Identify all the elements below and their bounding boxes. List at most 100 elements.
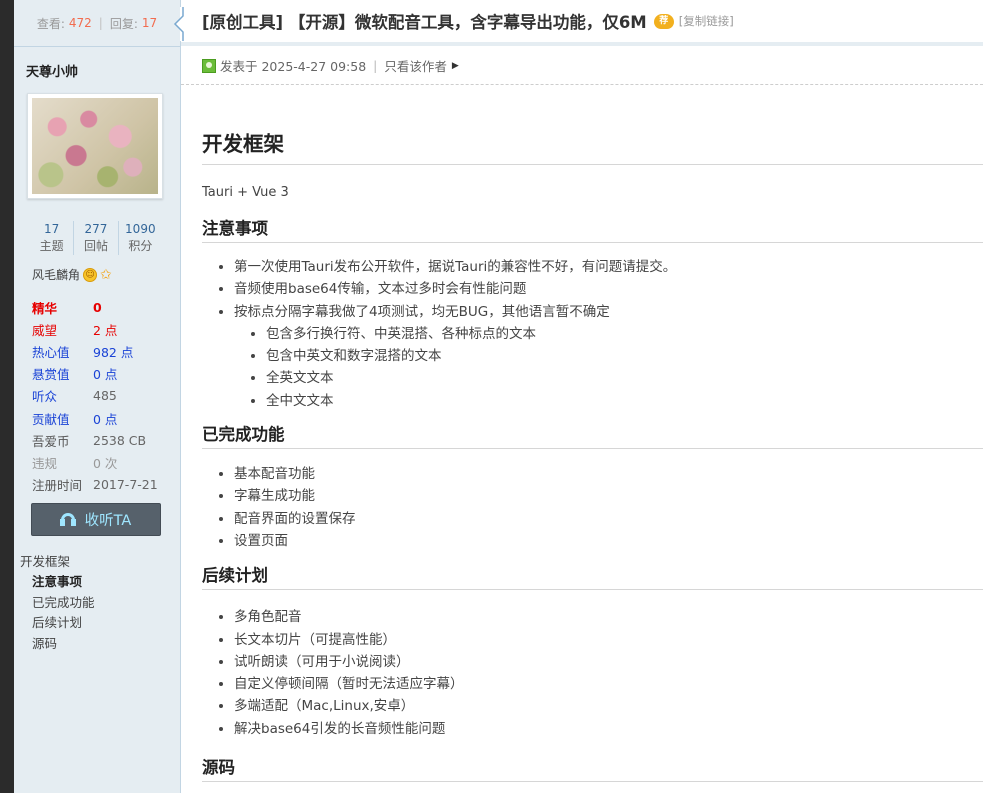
prop-value: 0 (93, 299, 102, 315)
prop-key: 威望 (32, 322, 58, 338)
count-replies[interactable]: 277 回帖 (73, 221, 117, 255)
avatar-frame[interactable] (27, 93, 163, 199)
prop-key: 热心值 (32, 344, 70, 360)
prop-row: 注册时间 2017-7-21 (32, 474, 180, 496)
post-date: 发表于 2025-4-27 09:58 (220, 59, 367, 74)
prop-row: 听众 485 (32, 385, 180, 407)
plan-list: 多角色配音 长文本切片（可提高性能） 试听朗读（可用于小说阅读） 自定义停顿间隔… (202, 606, 983, 740)
author-sidebar: 查看: 472 | 回复: 17 天尊小帅 17 主题 277 回帖 1090 … (14, 0, 181, 793)
post-frame: 查看: 472 | 回复: 17 天尊小帅 17 主题 277 回帖 1090 … (14, 0, 983, 793)
prop-key: 听众 (32, 389, 58, 405)
list-item: 第一次使用Tauri发布公开软件，据说Tauri的兼容性不好，有问题请提交。 (234, 256, 983, 278)
list-item: 多端适配（Mac,Linux,安卓） (234, 695, 983, 717)
notes-list: 第一次使用Tauri发布公开软件，据说Tauri的兼容性不好，有问题请提交。 音… (202, 256, 983, 412)
list-item: 包含中英文和数字混搭的文本 (266, 345, 983, 367)
title-pointer-icon (173, 7, 185, 41)
prop-key: 精华 (32, 300, 58, 316)
list-item: 全中文文本 (266, 390, 983, 412)
prop-value: 0 点 (93, 367, 118, 383)
follow-button[interactable]: 收听TA (31, 502, 161, 536)
follow-button-label: 收听TA (84, 512, 132, 529)
heading-framework: 开发框架 (202, 85, 983, 165)
prop-value: 0 点 (93, 411, 118, 427)
prop-key: 违规 (32, 455, 58, 471)
list-item: 配音界面的设置保存 (234, 508, 983, 530)
meta-divider: | (373, 58, 378, 73)
toc-item[interactable]: 源码 (20, 634, 180, 655)
prop-key: 贡献值 (32, 411, 70, 427)
list-item: 自定义停顿间隔（暂时无法适应字幕） (234, 673, 983, 695)
prop-row: 精华 0 (32, 296, 180, 318)
thread-title: [原创工具] 【开源】微软配音工具，含字幕导出功能，仅6M (202, 13, 647, 32)
replies-label: 回复: (109, 16, 138, 31)
smiley-medal-icon: ☺ (83, 267, 98, 282)
list-item: 多角色配音 (234, 606, 983, 628)
thread-title-bar: [原创工具] 【开源】微软配音工具，含字幕导出功能，仅6M 荐 [复制链接] (181, 0, 983, 46)
prop-row: 吾爱币 2538 CB (32, 429, 180, 451)
prop-key: 悬赏值 (32, 367, 70, 383)
heading-plan: 后续计划 (202, 564, 983, 591)
prop-value: 0 次 (93, 455, 118, 471)
heading-source: 源码 (202, 756, 983, 783)
prop-value: 2 点 (93, 322, 118, 338)
table-of-contents: 开发框架 注意事项 已完成功能 后续计划 源码 (14, 536, 180, 655)
user-group-label[interactable]: 风毛麟角 (32, 266, 80, 283)
heading-notes: 注意事项 (202, 217, 983, 243)
count-label: 回帖 (83, 239, 108, 253)
list-item: 解决base64引发的长音频性能问题 (234, 718, 983, 740)
toc-item[interactable]: 已完成功能 (20, 593, 180, 614)
prop-value: 982 点 (93, 344, 134, 360)
prop-key: 注册时间 (32, 478, 83, 494)
views-count: 472 (68, 16, 92, 30)
copy-link[interactable]: [复制链接] (679, 13, 734, 29)
count-credits[interactable]: 1090 积分 (117, 221, 162, 255)
count-label: 主题 (39, 239, 64, 253)
heading-done: 已完成功能 (202, 423, 983, 450)
prop-value: 2017-7-21 (93, 477, 158, 493)
count-value[interactable]: 1090 (119, 221, 162, 238)
avatar[interactable] (32, 98, 158, 194)
prop-row: 威望 2 点 (32, 318, 180, 340)
list-item-text: 按标点分隔字幕我做了4项测试，均无BUG，其他语言暂不确定 (234, 303, 610, 320)
count-label: 积分 (128, 239, 153, 253)
post-content: 开发框架 Tauri + Vue 3 注意事项 第一次使用Tauri发布公开软件… (181, 85, 983, 783)
count-value[interactable]: 17 (30, 221, 73, 238)
toc-item[interactable]: 注意事项 (20, 572, 180, 593)
list-item: 基本配音功能 (234, 463, 983, 485)
prop-row: 悬赏值 0 点 (32, 363, 180, 385)
toc-item[interactable]: 后续计划 (20, 613, 180, 634)
author-only-link[interactable]: 只看该作者 (384, 56, 447, 75)
notes-sub-list: 包含多行换行符、中英混搭、各种标点的文本 包含中英文和数字混搭的文本 全英文文本… (234, 323, 983, 412)
post-meta: 发表于 2025-4-27 09:58 | 只看该作者 ▶ (181, 47, 983, 85)
list-item: 设置页面 (234, 530, 983, 552)
list-item: 长文本切片（可提高性能） (234, 629, 983, 651)
stats-divider: | (98, 16, 103, 30)
done-list: 基本配音功能 字幕生成功能 配音界面的设置保存 设置页面 (202, 463, 983, 552)
replies-count: 17 (141, 16, 158, 30)
prop-key: 吾爱币 (32, 433, 70, 449)
headphones-icon (59, 513, 76, 527)
author-counts: 17 主题 277 回帖 1090 积分 (30, 221, 162, 255)
author-properties: 精华 0 威望 2 点 热心值 982 点 悬赏值 0 点 听众 485 贡献值… (14, 283, 180, 496)
prop-value: 485 (93, 388, 117, 404)
user-group: 风毛麟角 ☺ ✩ (14, 255, 180, 283)
list-item: 音频使用base64传输，文本过多时会有性能问题 (234, 278, 983, 300)
recommend-badge-icon: 荐 (653, 13, 674, 29)
count-threads[interactable]: 17 主题 (30, 221, 73, 255)
prop-row: 贡献值 0 点 (32, 407, 180, 429)
author-name[interactable]: 天尊小帅 (14, 47, 180, 83)
thread-stats: 查看: 472 | 回复: 17 (14, 0, 180, 47)
prop-row: 违规 0 次 (32, 451, 180, 473)
prop-value: 2538 CB (93, 432, 147, 448)
post-main: [原创工具] 【开源】微软配音工具，含字幕导出功能，仅6M 荐 [复制链接] 发… (173, 0, 983, 793)
list-item: 试听朗读（可用于小说阅读） (234, 651, 983, 673)
star-medal-icon: ✩ (100, 266, 112, 283)
list-item: 按标点分隔字幕我做了4项测试，均无BUG，其他语言暂不确定 包含多行换行符、中英… (234, 301, 983, 412)
count-value[interactable]: 277 (74, 221, 117, 238)
views-label: 查看: (36, 16, 65, 31)
list-item: 全英文文本 (266, 367, 983, 389)
caret-right-icon[interactable]: ▶ (452, 61, 459, 71)
toc-root-item[interactable]: 开发框架 (20, 552, 180, 573)
list-item: 字幕生成功能 (234, 485, 983, 507)
online-status-icon (202, 58, 216, 73)
